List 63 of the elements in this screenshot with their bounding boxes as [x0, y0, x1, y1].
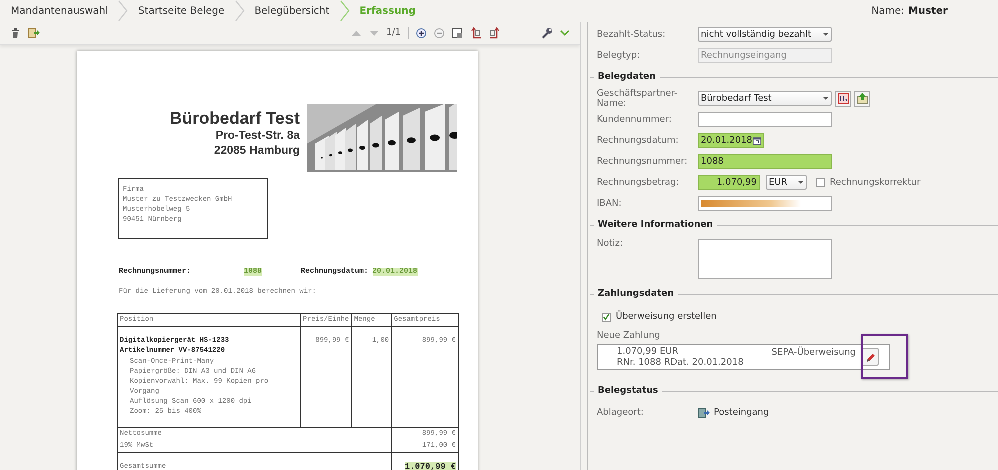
section-title: Belegdaten — [598, 72, 656, 82]
trash-icon[interactable] — [10, 27, 21, 39]
currency-dropdown[interactable]: EUR — [766, 175, 807, 190]
field-label: Rechnungsbetrag: — [597, 178, 680, 188]
partner-dropdown[interactable]: Bürobedarf Test — [698, 91, 832, 106]
inbox-icon — [698, 406, 710, 418]
dropdown-arrow-icon — [798, 181, 804, 184]
field-label: Belegtyp: — [597, 50, 642, 60]
document-export-icon[interactable] — [28, 27, 41, 39]
checkbox-label: Überweisung erstellen — [616, 312, 717, 322]
chevron-icon — [118, 0, 128, 22]
field-label: Geschäftspartner-Name: — [597, 88, 679, 108]
address-book-icon — [838, 93, 848, 104]
company-city: 22085 Hamburg — [214, 144, 300, 159]
user-name: Muster — [908, 6, 948, 16]
wrench-icon[interactable] — [541, 27, 553, 39]
zoom-in-icon[interactable] — [416, 28, 427, 38]
chevron-down-icon[interactable] — [560, 28, 570, 38]
input-field[interactable] — [698, 112, 832, 127]
page-counter: 1/1 — [386, 28, 401, 38]
amount-field[interactable]: 1.070,99 — [698, 175, 760, 190]
breadcrumb-link[interactable]: Mandantenauswahl — [7, 6, 112, 16]
checkbox-label: Rechnungskorrektur — [830, 178, 921, 188]
field-label: IBAN: — [597, 198, 623, 208]
fit-page-icon[interactable] — [452, 28, 463, 38]
upload-icon — [856, 93, 868, 104]
dropdown-arrow-icon — [823, 97, 829, 100]
partner-list-button[interactable] — [835, 90, 851, 106]
breadcrumb-link[interactable]: Belegübersicht — [250, 6, 334, 16]
notes-field[interactable] — [698, 239, 832, 279]
field-label: Notiz: — [597, 239, 624, 249]
field-label: Rechnungsnummer: — [597, 156, 689, 166]
chevron-icon — [234, 0, 245, 22]
company-street: Pro-Test-Str. 8a — [216, 129, 300, 144]
chevron-icon — [340, 0, 350, 22]
section-title: Zahlungsdaten — [598, 289, 674, 299]
field-label: Bezahlt-Status: — [597, 30, 667, 40]
zoom-out-icon[interactable] — [434, 28, 445, 38]
calendar-icon[interactable] — [752, 136, 761, 146]
dropdown-arrow-icon — [823, 33, 829, 36]
company-name: Bürobedarf Test — [170, 109, 300, 129]
field-label: Rechnungsdatum: — [597, 136, 680, 146]
payment-method: SEPA-Überweisung — [772, 348, 856, 358]
field-label: Kundennummer: — [597, 114, 673, 124]
payment-amount: 1.070,99 EUR — [617, 346, 680, 356]
location-value: Posteingang — [714, 408, 770, 418]
checkbox[interactable] — [602, 312, 611, 322]
checkbox[interactable] — [816, 178, 825, 187]
input-field[interactable]: 1088 — [698, 154, 832, 169]
rotate-left-icon[interactable] — [470, 27, 482, 39]
section-title: Belegstatus — [598, 386, 658, 396]
breadcrumb-link[interactable]: Startseite Belege — [134, 6, 229, 16]
user-label: Name: — [872, 6, 904, 16]
rotate-right-icon[interactable] — [489, 27, 501, 39]
payment-reference: RNr. 1088 RDat. 20.01.2018 — [617, 358, 745, 368]
date-field[interactable]: 20.01.2018 — [698, 133, 764, 148]
check-icon — [603, 313, 610, 321]
section-label: Neue Zahlung — [597, 331, 662, 341]
pencil-icon — [864, 352, 876, 362]
status-dropdown[interactable]: nicht vollständig bezahlt — [698, 27, 832, 42]
section-title: Weitere Informationen — [598, 220, 714, 230]
field-label: Ablageort: — [597, 408, 645, 418]
iban-field[interactable] — [698, 196, 832, 211]
